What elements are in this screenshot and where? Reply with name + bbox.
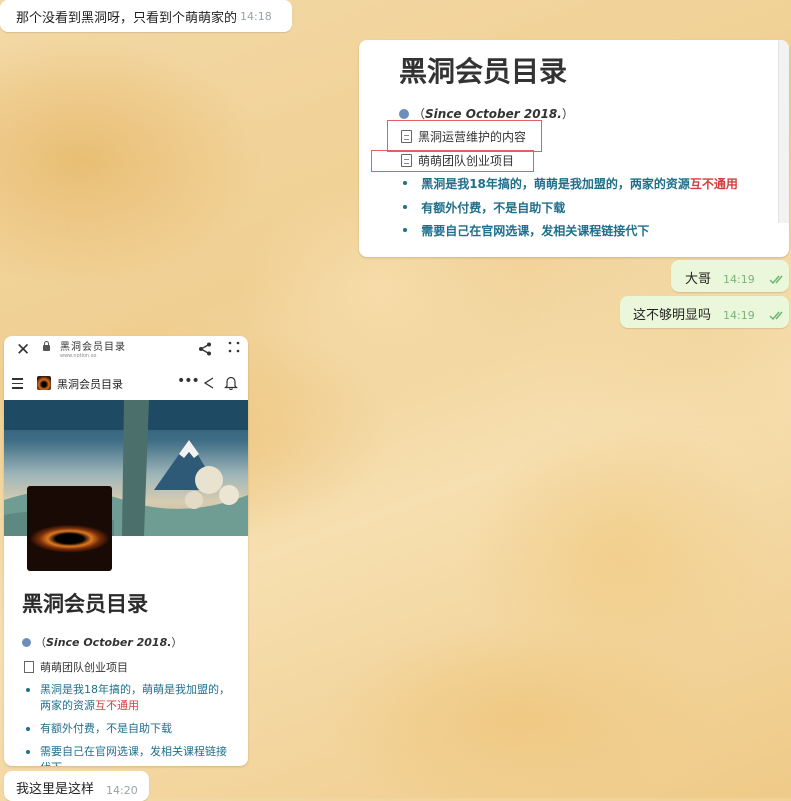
image-message-phone-screenshot[interactable]: ✕ 黑洞会员目录 www.notion.so 黑洞会员目录 ••• 黑洞会员目录… <box>4 336 248 766</box>
bullet-item: 需要自己在官网选课，发相关课程链接代下 <box>403 222 649 239</box>
highlight-box <box>371 150 534 172</box>
more-icon[interactable]: ••• <box>177 373 200 389</box>
doc-item-mengmeng: 萌萌团队创业项目 <box>24 659 128 675</box>
message-time: 14:20 <box>106 784 138 797</box>
page-icon-black-hole <box>27 486 112 571</box>
doc-label: 萌萌团队创业项目 <box>40 661 128 674</box>
lock-icon <box>43 341 50 351</box>
more-icon[interactable] <box>228 341 240 353</box>
bell-icon[interactable] <box>224 375 238 390</box>
bullet-item: 黑洞是我18年搞的，萌萌是我加盟的，两家的资源互不通用 <box>26 682 236 714</box>
share-icon[interactable] <box>198 342 212 356</box>
since-text: Since October 2018. <box>46 636 172 649</box>
page-heading: 黑洞会员目录 <box>22 592 148 616</box>
bullet-item: 有额外付费，不是自助下载 <box>403 199 565 216</box>
message-bubble-incoming[interactable]: 我这里是这样 14:20 <box>4 771 149 801</box>
document-icon <box>24 661 34 673</box>
bullet-text-red: 互不通用 <box>689 177 738 191</box>
bullet-item: 需要自己在官网选课，发相关课程链接代下 <box>26 744 236 766</box>
message-time: 14:18 <box>240 10 272 23</box>
browser-title: 黑洞会员目录 <box>60 342 126 353</box>
page-title: 黑洞会员目录 <box>57 378 123 391</box>
message-bubble-outgoing[interactable]: 大哥 14:19 <box>671 260 789 292</box>
menu-icon[interactable] <box>12 378 23 392</box>
message-text: 那个没看到黑洞呀，只看到个萌萌家的 <box>16 11 238 26</box>
message-time: 14:19 <box>723 309 755 322</box>
bullet-text: 有额外付费，不是自助下载 <box>40 722 172 735</box>
bullet-text-red: 互不通用 <box>95 699 139 712</box>
message-text: 我这里是这样 <box>16 782 95 797</box>
message-time: 14:19 <box>723 273 755 286</box>
bullet-item: 有额外付费，不是自助下载 <box>26 721 236 737</box>
browser-top-bar: ✕ 黑洞会员目录 www.notion.so <box>4 336 248 364</box>
bullet-text: 黑洞是我 <box>40 683 84 696</box>
since-text: Since October 2018. <box>425 107 562 121</box>
notion-top-bar: 黑洞会员目录 ••• <box>4 370 248 398</box>
browser-url: www.notion.so <box>60 353 97 359</box>
double-check-icon <box>769 275 783 285</box>
catalog-title: 黑洞会员目录 <box>399 55 568 88</box>
bullet-text: 需要自己在官网选课，发相关课程链接代下 <box>40 745 227 766</box>
message-text: 这不够明显吗 <box>633 308 712 323</box>
message-bubble-outgoing[interactable]: 这不够明显吗 14:19 <box>620 296 789 328</box>
bullet-text: 需要自己在官网选课，发相关课程链接代下 <box>421 224 650 238</box>
double-check-icon <box>769 311 783 321</box>
share-icon[interactable] <box>203 377 215 389</box>
people-icon <box>22 638 31 647</box>
scrollbar[interactable] <box>778 40 789 223</box>
people-icon <box>399 109 409 119</box>
highlight-box <box>387 120 542 152</box>
since-line: （Since October 2018.） <box>22 634 182 650</box>
image-message-catalog[interactable]: 黑洞会员目录 （Since October 2018.） 黑洞运营维护的内容 萌… <box>359 40 789 257</box>
page-favicon <box>37 376 51 390</box>
bullet-text: 有额外付费，不是自助下载 <box>421 201 566 215</box>
message-bubble-incoming[interactable]: 那个没看到黑洞呀，只看到个萌萌家的 14:18 <box>0 0 292 32</box>
bullet-item: 黑洞是我18年搞的，萌萌是我加盟的，两家的资源互不通用 <box>403 175 738 192</box>
bullet-text: 黑洞是我18年搞的，萌萌是我加盟的，两家的资源 <box>421 177 690 191</box>
message-text: 大哥 <box>685 272 712 287</box>
close-icon[interactable]: ✕ <box>16 340 30 360</box>
